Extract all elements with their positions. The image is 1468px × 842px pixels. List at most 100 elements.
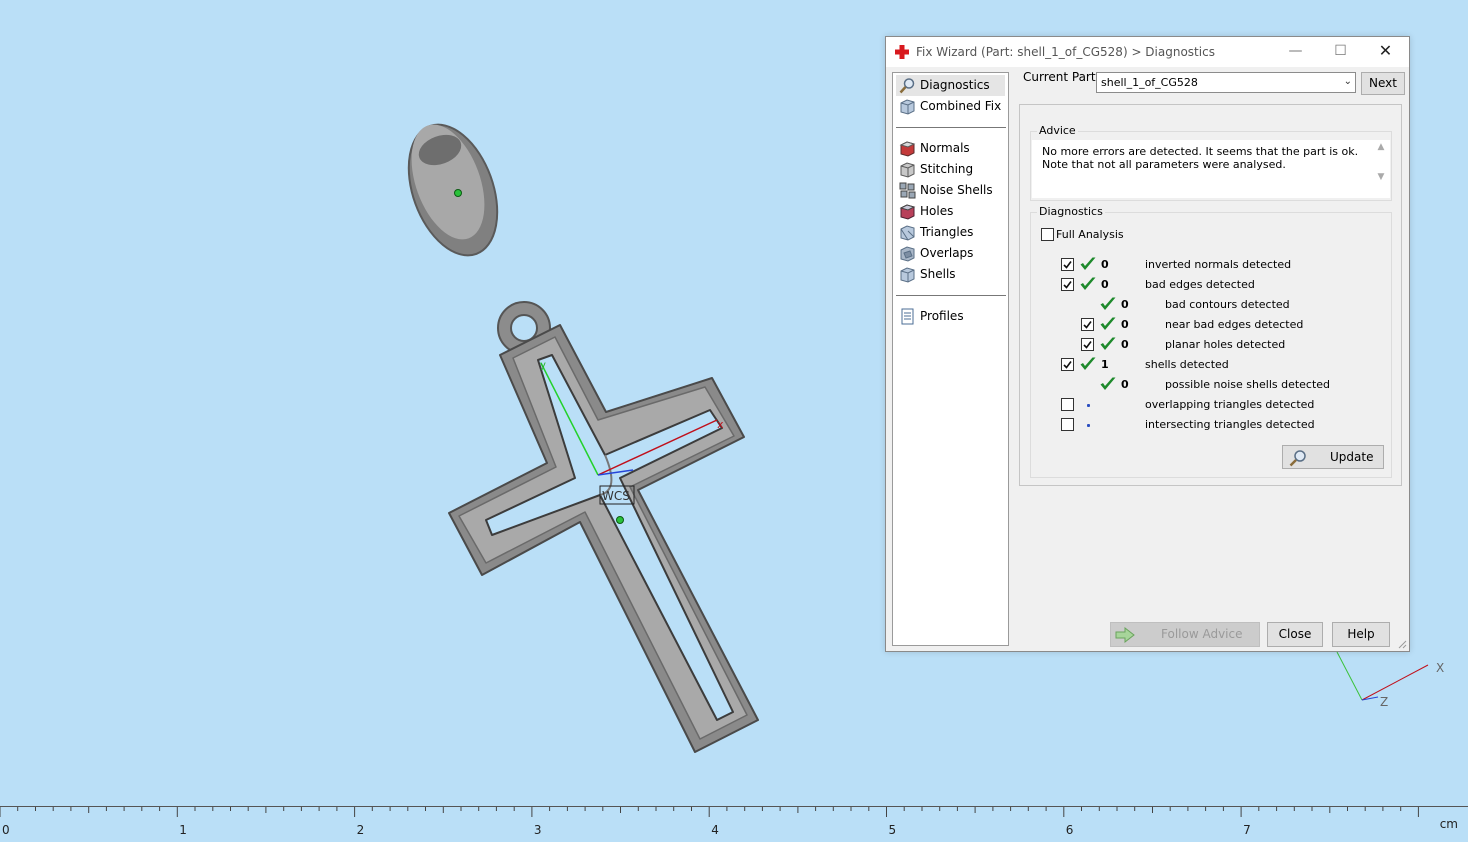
red-cross-app-icon bbox=[895, 45, 909, 59]
current-part-value: shell_1_of_CG528 bbox=[1101, 76, 1198, 89]
advice-group: Advice No more errors are detected. It s… bbox=[1030, 124, 1392, 201]
green-check-icon bbox=[1100, 297, 1116, 310]
ruler-tick-label: 5 bbox=[888, 823, 897, 837]
diagnostic-count: 0 bbox=[1101, 278, 1109, 291]
minimize-button[interactable]: — bbox=[1273, 37, 1318, 67]
ruler-tick-label: 1 bbox=[179, 823, 187, 837]
triangles-cube-icon bbox=[900, 225, 915, 241]
green-check-icon bbox=[1100, 317, 1116, 330]
diagnostic-label: bad contours detected bbox=[1165, 298, 1290, 311]
diagnostic-label: overlapping triangles detected bbox=[1145, 398, 1315, 411]
diagnostic-count: 0 bbox=[1121, 298, 1129, 311]
pending-dot-icon bbox=[1087, 404, 1090, 407]
magnifier-icon bbox=[899, 78, 915, 94]
diagnostic-checkbox[interactable] bbox=[1061, 398, 1074, 411]
diagnostic-count: 0 bbox=[1121, 338, 1129, 351]
diagnostic-checkbox[interactable] bbox=[1061, 258, 1074, 271]
diagnostic-label: intersecting triangles detected bbox=[1145, 418, 1315, 431]
arrow-right-icon bbox=[1115, 627, 1135, 643]
nav-item-diagnostics[interactable]: Diagnostics bbox=[896, 75, 1005, 96]
magnifier-icon bbox=[1289, 450, 1306, 467]
diagnostic-checkbox[interactable] bbox=[1081, 318, 1094, 331]
svg-text:x: x bbox=[717, 418, 724, 431]
diagnostic-label: bad edges detected bbox=[1145, 278, 1255, 291]
stitching-cube-icon bbox=[900, 162, 915, 178]
diagnostic-label: shells detected bbox=[1145, 358, 1229, 371]
advice-text: No more errors are detected. It seems th… bbox=[1042, 145, 1359, 171]
advice-scrollbar[interactable]: ▲ ▼ bbox=[1374, 142, 1388, 196]
help-button[interactable]: Help bbox=[1332, 622, 1390, 647]
advice-title: Advice bbox=[1037, 124, 1078, 137]
ruler-tick-label: 3 bbox=[533, 823, 542, 837]
close-window-button[interactable]: ✕ bbox=[1363, 37, 1408, 67]
wcs-label: WCS bbox=[602, 489, 630, 503]
part-center-marker bbox=[454, 189, 462, 197]
diagnostic-count: 0 bbox=[1121, 318, 1129, 331]
advice-textbox[interactable]: No more errors are detected. It seems th… bbox=[1032, 140, 1390, 198]
nav-item-combined-fix[interactable]: Combined Fix bbox=[896, 96, 1005, 117]
axis-triad: X Z bbox=[1336, 651, 1444, 709]
diagnostic-checkbox[interactable] bbox=[1061, 278, 1074, 291]
nav-separator bbox=[896, 295, 1006, 296]
maximize-button[interactable]: ☐ bbox=[1318, 37, 1363, 67]
nav-item-normals[interactable]: Normals bbox=[896, 138, 1005, 159]
cross-pendant-model[interactable]: y x WCS bbox=[448, 301, 759, 753]
green-check-icon bbox=[1100, 337, 1116, 350]
diagnostic-checkbox[interactable] bbox=[1081, 338, 1094, 351]
green-check-icon bbox=[1080, 257, 1096, 270]
holes-cube-icon bbox=[899, 204, 916, 220]
diagnostic-label: possible noise shells detected bbox=[1165, 378, 1331, 391]
nav-item-triangles[interactable]: Triangles bbox=[896, 222, 1005, 243]
diagnostic-checkbox[interactable] bbox=[1061, 418, 1074, 431]
nav-item-stitching[interactable]: Stitching bbox=[896, 159, 1005, 180]
nav-item-profiles[interactable]: Profiles bbox=[896, 306, 1005, 327]
ruler-tick-label: 4 bbox=[711, 823, 719, 837]
cube-icon bbox=[900, 99, 915, 115]
green-check-icon bbox=[1080, 277, 1096, 290]
diagnostics-title: Diagnostics bbox=[1037, 205, 1105, 218]
diagnostic-label: planar holes detected bbox=[1165, 338, 1286, 351]
resize-grip-icon[interactable] bbox=[1397, 639, 1407, 649]
shells-cube-icon bbox=[900, 267, 915, 283]
scroll-up-icon[interactable]: ▲ bbox=[1374, 142, 1388, 152]
svg-text:Z: Z bbox=[1380, 695, 1388, 709]
diagnostics-panel: Advice No more errors are detected. It s… bbox=[1019, 104, 1402, 486]
svg-text:X: X bbox=[1436, 661, 1444, 675]
dialog-title: Fix Wizard (Part: shell_1_of_CG528) > Di… bbox=[916, 45, 1215, 59]
follow-advice-button[interactable]: Follow Advice bbox=[1110, 622, 1260, 647]
next-button[interactable]: Next bbox=[1361, 72, 1405, 95]
update-button[interactable]: Update bbox=[1282, 445, 1384, 469]
diagnostic-checkbox[interactable] bbox=[1061, 358, 1074, 371]
part-center-marker bbox=[616, 516, 624, 524]
close-button[interactable]: Close bbox=[1267, 622, 1323, 647]
fix-wizard-dialog: Fix Wizard (Part: shell_1_of_CG528) > Di… bbox=[885, 36, 1410, 652]
nav-item-holes[interactable]: Holes bbox=[896, 201, 1005, 222]
green-check-icon bbox=[1080, 357, 1096, 370]
green-check-icon bbox=[1100, 377, 1116, 390]
measurement-ruler: 0 1 2 3 4 5 6 7 cm bbox=[0, 806, 1468, 842]
nav-separator bbox=[896, 127, 1006, 128]
ruler-tick-label: 2 bbox=[356, 823, 365, 837]
wizard-nav-panel: Diagnostics Combined Fix Normals Stitchi… bbox=[892, 72, 1009, 646]
scroll-down-icon[interactable]: ▼ bbox=[1374, 172, 1388, 182]
current-part-select[interactable]: shell_1_of_CG528 ⌄ bbox=[1096, 72, 1356, 93]
ruler-tick-label: 0 bbox=[2, 823, 10, 837]
ruler-unit: cm bbox=[1439, 817, 1458, 831]
pending-dot-icon bbox=[1087, 424, 1090, 427]
svg-text:y: y bbox=[540, 360, 546, 371]
diagnostic-count: 0 bbox=[1101, 258, 1109, 271]
ruler-tick-label: 6 bbox=[1065, 823, 1074, 837]
diagnostic-label: near bad edges detected bbox=[1165, 318, 1304, 331]
full-analysis-checkbox[interactable] bbox=[1041, 228, 1054, 241]
ruler-tick-label: 7 bbox=[1243, 823, 1251, 837]
bail-ring-model[interactable] bbox=[392, 112, 514, 267]
nav-item-overlaps[interactable]: Overlaps bbox=[896, 243, 1005, 264]
nav-item-noise-shells[interactable]: Noise Shells bbox=[896, 180, 1005, 201]
overlaps-cube-icon bbox=[900, 246, 915, 262]
dialog-titlebar[interactable]: Fix Wizard (Part: shell_1_of_CG528) > Di… bbox=[886, 37, 1409, 67]
noise-shells-icon bbox=[899, 182, 916, 199]
diagnostics-group: Diagnostics Full Analysis 0 inverted norm… bbox=[1030, 205, 1392, 478]
nav-item-shells[interactable]: Shells bbox=[896, 264, 1005, 285]
chevron-down-icon: ⌄ bbox=[1343, 76, 1352, 87]
document-icon bbox=[901, 308, 914, 325]
